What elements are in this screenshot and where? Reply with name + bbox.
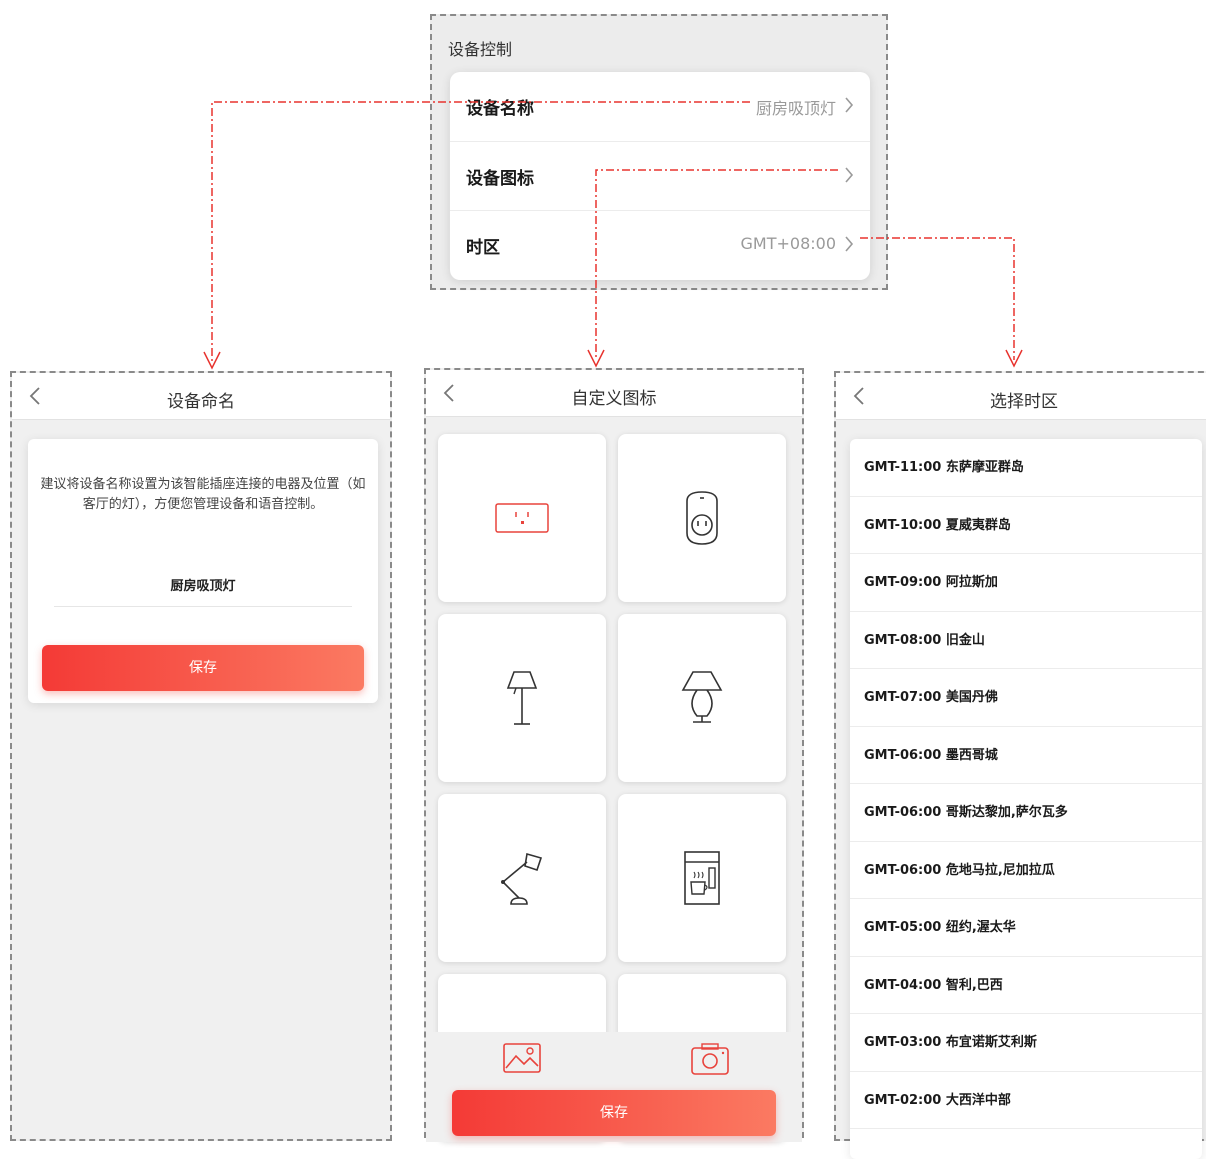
device-naming-screen: 设备命名 建议将设备名称设置为该智能插座连接的电器及位置（如客厅的灯），方便您管… (10, 371, 392, 1141)
timezone-item[interactable]: GMT-04:00 智利,巴西 (850, 957, 1202, 1014)
timezone-item[interactable]: GMT-05:00 纽约,渥太华 (850, 899, 1202, 957)
device-control-panel: 设备控制 设备名称 厨房吸顶灯 设备图标 时区 GMT+08:00 (430, 14, 888, 290)
save-button[interactable]: 保存 (452, 1090, 776, 1136)
name-input[interactable]: 厨房吸顶灯 (54, 575, 352, 607)
screen-title: 自定义图标 (571, 389, 657, 409)
timezone-item[interactable]: GMT-11:00 东萨摩亚群岛 (850, 439, 1202, 497)
socket-icon (495, 503, 549, 533)
save-button[interactable]: 保存 (42, 645, 364, 691)
panel-title: 设备控制 (448, 40, 513, 59)
desk-lamp-icon (501, 852, 543, 905)
timezone-item[interactable]: GMT-09:00 阿拉斯加 (850, 554, 1202, 612)
icon-tile[interactable] (618, 614, 786, 782)
timezone-item[interactable]: GMT-02:00 大西洋中部 (850, 1072, 1202, 1129)
row-label: 设备图标 (466, 169, 534, 189)
plug-icon (686, 491, 718, 545)
screen-title: 选择时区 (990, 392, 1058, 412)
timezone-item[interactable]: GMT-06:00 哥斯达黎加,萨尔瓦多 (850, 784, 1202, 842)
timezone-item[interactable]: GMT-08:00 旧金山 (850, 612, 1202, 669)
timezone-item[interactable]: GMT-06:00 墨西哥城 (850, 727, 1202, 784)
arrowhead (203, 351, 221, 370)
arrowhead (587, 349, 605, 368)
nav-bar: 选择时区 (836, 373, 1206, 420)
custom-icon-screen: 自定义图标 保存 (424, 368, 804, 1142)
nav-bar: 设备命名 (12, 373, 390, 420)
row-value: 厨房吸顶灯 (755, 99, 836, 118)
row-timezone[interactable]: 时区 GMT+08:00 (450, 210, 870, 279)
timezone-item[interactable]: GMT-03:00 布宜诺斯艾利斯 (850, 1014, 1202, 1072)
screen-title: 设备命名 (167, 392, 235, 412)
timezone-item[interactable]: GMT-07:00 美国丹佛 (850, 669, 1202, 727)
row-device-name[interactable]: 设备名称 厨房吸顶灯 (450, 72, 870, 141)
gallery-icon[interactable] (502, 1042, 542, 1076)
icon-tile[interactable] (438, 434, 606, 602)
floor-lamp-icon (506, 671, 538, 725)
icon-tile[interactable] (438, 614, 606, 782)
timezone-item[interactable]: GMT-10:00 夏威夷群岛 (850, 497, 1202, 554)
chevron-right-icon (845, 236, 854, 252)
row-label: 时区 (466, 238, 500, 258)
table-lamp-icon (681, 671, 723, 723)
naming-card: 建议将设备名称设置为该智能插座连接的电器及位置（如客厅的灯），方便您管理设备和语… (28, 439, 378, 703)
row-value: GMT+08:00 (740, 234, 837, 253)
arrowhead (1005, 349, 1023, 368)
icon-tile[interactable] (618, 434, 786, 602)
coffee-machine-icon (684, 851, 720, 905)
naming-hint: 建议将设备名称设置为该智能插座连接的电器及位置（如客厅的灯），方便您管理设备和语… (40, 477, 366, 512)
timezone-list: GMT-11:00 东萨摩亚群岛 GMT-10:00 夏威夷群岛 GMT-09:… (850, 439, 1202, 1159)
icon-tile[interactable] (438, 794, 606, 962)
chevron-right-icon (845, 97, 854, 113)
camera-icon[interactable] (690, 1042, 730, 1076)
timezone-item[interactable]: GMT-06:00 危地马拉,尼加拉瓜 (850, 842, 1202, 899)
chevron-right-icon (845, 167, 854, 183)
settings-card: 设备名称 厨房吸顶灯 设备图标 时区 GMT+08:00 (450, 72, 870, 280)
icon-tile[interactable] (618, 794, 786, 962)
nav-bar: 自定义图标 (426, 370, 802, 417)
row-device-icon[interactable]: 设备图标 (450, 141, 870, 210)
row-label: 设备名称 (466, 99, 534, 119)
timezone-screen: 选择时区 GMT-11:00 东萨摩亚群岛 GMT-10:00 夏威夷群岛 GM… (834, 371, 1206, 1159)
